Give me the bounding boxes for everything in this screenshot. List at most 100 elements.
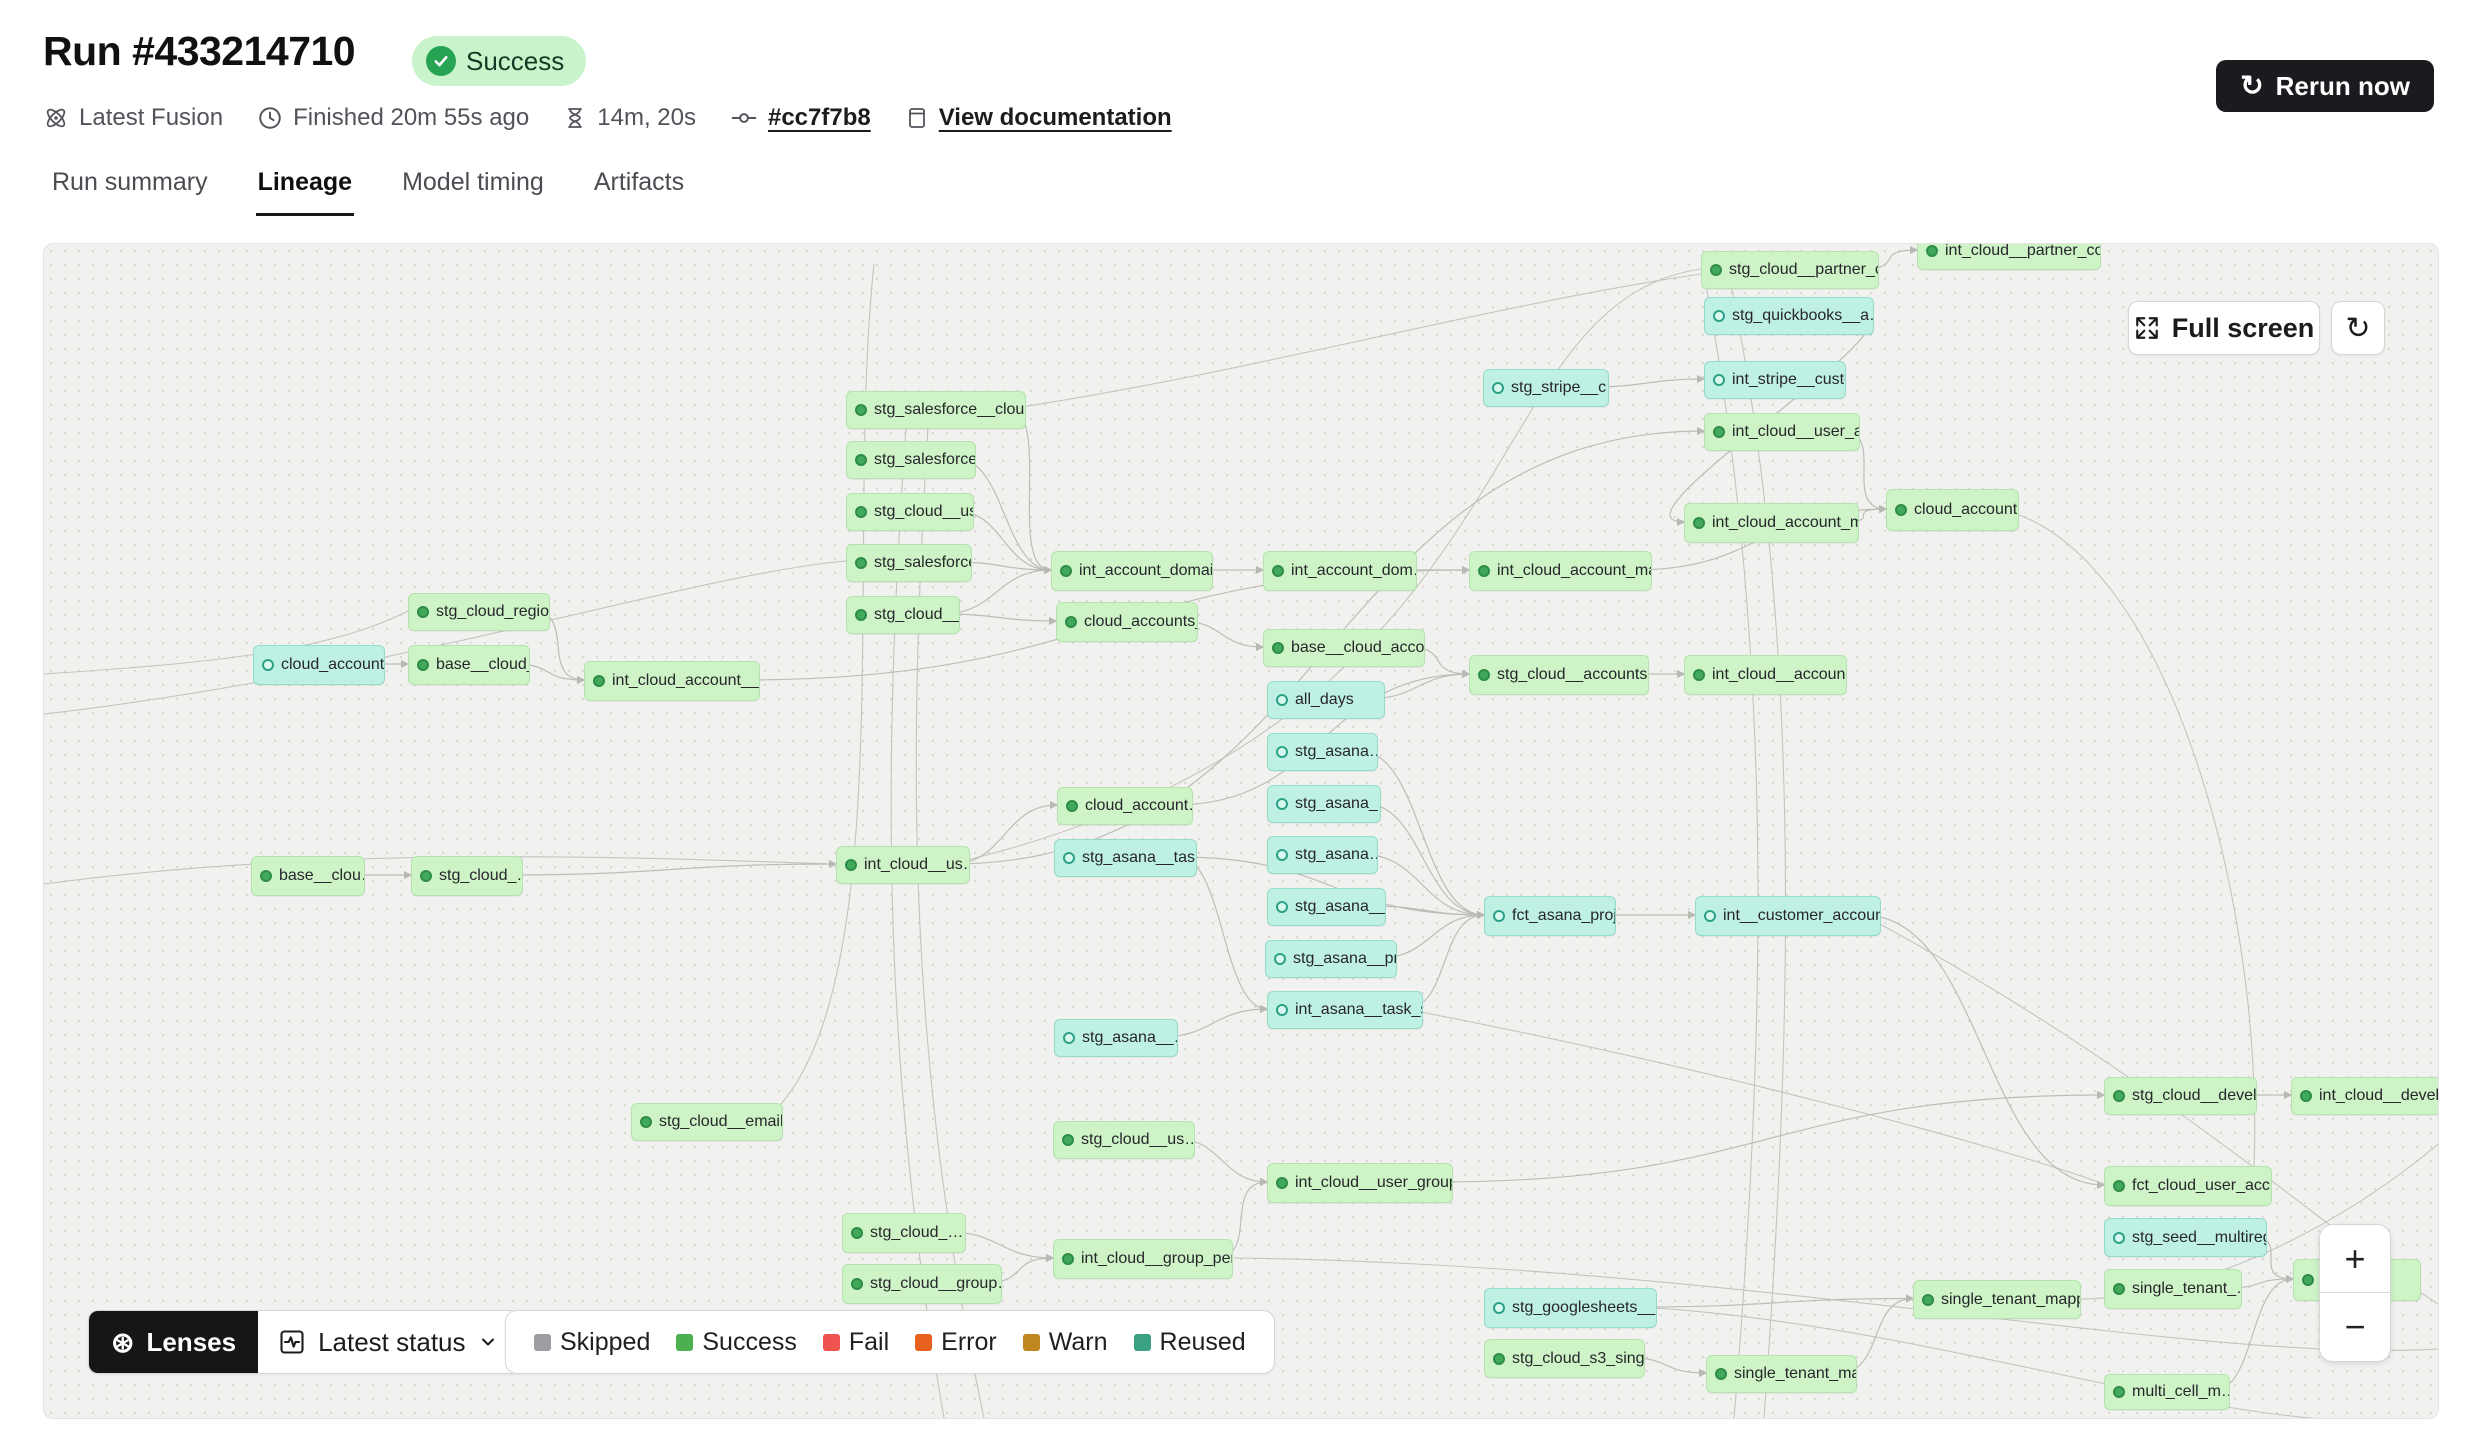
- node-success-dot-icon: [1062, 1253, 1074, 1265]
- lineage-node[interactable]: int_cloud_account__m…: [584, 661, 760, 701]
- lineage-node[interactable]: stg_cloud_region…: [408, 593, 550, 631]
- node-success-dot-icon: [1715, 1368, 1727, 1380]
- status-badge: Success: [412, 36, 586, 86]
- lineage-node[interactable]: int_cloud__devel…: [2291, 1077, 2439, 1115]
- lineage-node[interactable]: stg_cloud__us…: [1053, 1121, 1195, 1159]
- lineage-node[interactable]: int_cloud__user_group…: [1267, 1163, 1453, 1203]
- node-reused-dot-icon: [1493, 910, 1505, 922]
- lineage-node[interactable]: stg_quickbooks__a…: [1704, 297, 1874, 335]
- lineage-node[interactable]: stg_asana…: [1267, 836, 1378, 874]
- tab-model-timing[interactable]: Model timing: [400, 160, 546, 216]
- lineage-node[interactable]: stg_seed__multireg…: [2104, 1218, 2267, 1257]
- node-success-dot-icon: [640, 1116, 652, 1128]
- lineage-node[interactable]: stg_cloud__partner_c…: [1701, 251, 1879, 289]
- lineage-node[interactable]: stg_salesforce_…: [846, 441, 976, 479]
- node-label: int_cloud__devel…: [2319, 1087, 2439, 1105]
- node-label: stg_cloud__group…: [870, 1275, 1002, 1293]
- lineage-node[interactable]: stg_cloud__group…: [842, 1264, 1002, 1304]
- status-lens-icon: [278, 1328, 306, 1356]
- lineage-node[interactable]: stg_cloud__us…: [846, 493, 974, 531]
- node-reused-dot-icon: [1276, 849, 1288, 861]
- lineage-node[interactable]: int_cloud__us…: [836, 846, 970, 884]
- lineage-node[interactable]: int_account_dom…: [1263, 551, 1417, 591]
- lenses-button[interactable]: ⊛ Lenses: [89, 1311, 258, 1373]
- lineage-node[interactable]: stg_asana__…: [1267, 888, 1386, 926]
- lineage-node[interactable]: int_asana__task_s…: [1267, 991, 1423, 1029]
- lineage-node[interactable]: stg_cloud_…: [411, 856, 523, 896]
- lineage-node[interactable]: int_cloud__partner_con…: [1917, 243, 2101, 270]
- page-title: Run #433214710: [43, 28, 355, 75]
- lineage-node[interactable]: base__cloud_…: [408, 645, 530, 685]
- lineage-node[interactable]: int_account_domain…: [1051, 551, 1213, 591]
- tab-run-summary[interactable]: Run summary: [50, 160, 210, 216]
- success-check-icon: [426, 46, 456, 76]
- lineage-node[interactable]: int_cloud_account_ma…: [1469, 551, 1652, 591]
- node-label: int_cloud__user_ac…: [1732, 423, 1860, 441]
- zoom-out-button[interactable]: −: [2320, 1293, 2390, 1361]
- node-label: cloud_account…: [1914, 501, 2019, 519]
- lineage-node[interactable]: cloud_account…: [1886, 489, 2019, 531]
- lineage-node[interactable]: int_stripe__custo…: [1704, 361, 1846, 399]
- node-success-dot-icon: [2113, 1386, 2125, 1398]
- lineage-node[interactable]: stg_asana__tas…: [1054, 839, 1197, 877]
- lineage-node[interactable]: single_tenant_…: [2104, 1269, 2242, 1309]
- legend-swatch-reused: [1134, 1334, 1151, 1351]
- lineage-node[interactable]: stg_googlesheets__sin…: [1484, 1288, 1657, 1328]
- chevron-down-icon: [478, 1332, 498, 1352]
- node-label: stg_cloud_s3_singl…: [1512, 1350, 1645, 1368]
- lineage-node[interactable]: int_cloud__accoun…: [1684, 655, 1847, 695]
- lineage-node[interactable]: stg_cloud_s3_singl…: [1484, 1339, 1645, 1378]
- lineage-node[interactable]: fct_asana_proj…: [1484, 896, 1616, 936]
- refresh-graph-button[interactable]: ↻: [2331, 301, 2385, 355]
- lineage-node[interactable]: cloud_accounts_…: [1056, 602, 1198, 642]
- lineage-node[interactable]: multi_cell_m…: [2104, 1374, 2230, 1410]
- fullscreen-button[interactable]: Full screen: [2128, 301, 2320, 355]
- lineage-node[interactable]: base__cloud_acco…: [1263, 629, 1425, 667]
- lineage-node[interactable]: int_cloud__user_ac…: [1704, 413, 1860, 451]
- lens-selector[interactable]: Latest status: [258, 1311, 517, 1373]
- lineage-node[interactable]: all_days: [1267, 681, 1385, 719]
- lineage-node[interactable]: cloud_account…: [1057, 787, 1193, 825]
- tab-artifacts[interactable]: Artifacts: [592, 160, 686, 216]
- zoom-in-button[interactable]: +: [2320, 1225, 2390, 1293]
- lineage-node[interactable]: int_cloud_account_ma…: [1684, 503, 1859, 543]
- lineage-node[interactable]: stg_cloud__email…: [631, 1103, 783, 1141]
- lineage-node[interactable]: base__clou…: [251, 856, 365, 896]
- node-success-dot-icon: [260, 870, 272, 882]
- meta-item-doc[interactable]: View documentation: [905, 104, 1172, 132]
- lineage-node[interactable]: stg_cloud__…: [846, 596, 960, 634]
- lineage-node[interactable]: stg_asana__…: [1054, 1019, 1178, 1057]
- lineage-node[interactable]: stg_salesforce…: [846, 544, 972, 582]
- rerun-now-button[interactable]: ↻ Rerun now: [2216, 60, 2434, 112]
- lineage-node[interactable]: int__customer_account…: [1695, 896, 1881, 936]
- meta-item-label: Latest Fusion: [79, 104, 223, 132]
- tab-lineage[interactable]: Lineage: [256, 160, 354, 216]
- node-label: cloud_accounts_…: [1084, 613, 1198, 631]
- lineage-node[interactable]: cloud_account…: [253, 645, 385, 685]
- doc-icon: [905, 105, 929, 131]
- lineage-canvas[interactable]: stg_cloud__partner_c… int_cloud__partner_…: [43, 243, 2439, 1419]
- legend-label: Skipped: [560, 1328, 650, 1357]
- lineage-node[interactable]: stg_asana__pr…: [1265, 940, 1397, 978]
- lineage-node[interactable]: int_cloud__group_per…: [1053, 1239, 1233, 1279]
- lineage-node[interactable]: stg_cloud__devel…: [2104, 1077, 2257, 1115]
- lineage-node[interactable]: stg_asana…: [1267, 733, 1378, 771]
- node-label: all_days: [1295, 691, 1354, 709]
- lineage-node[interactable]: single_tenant_map…: [1706, 1355, 1857, 1393]
- lineage-node[interactable]: stg_cloud_…: [842, 1213, 966, 1253]
- meta-item-commit[interactable]: #cc7f7b8: [730, 104, 871, 132]
- fusion-icon: [43, 105, 69, 131]
- lineage-node[interactable]: stg_cloud__accounts…: [1469, 655, 1649, 695]
- lineage-node[interactable]: stg_stripe__c…: [1483, 369, 1609, 407]
- lineage-node[interactable]: stg_asana_…: [1267, 785, 1381, 823]
- node-reused-dot-icon: [1276, 1004, 1288, 1016]
- lenses-icon: ⊛: [111, 1326, 134, 1359]
- node-label: stg_cloud__…: [874, 606, 960, 624]
- zoom-control: + −: [2319, 1224, 2391, 1362]
- lineage-node[interactable]: fct_cloud_user_acc…: [2104, 1166, 2272, 1206]
- lineage-node[interactable]: stg_salesforce__cloud_…: [846, 391, 1026, 429]
- node-reused-dot-icon: [1276, 746, 1288, 758]
- node-success-dot-icon: [851, 1227, 863, 1239]
- lineage-node[interactable]: single_tenant_mapp…: [1913, 1280, 2081, 1319]
- node-reused-dot-icon: [1274, 953, 1286, 965]
